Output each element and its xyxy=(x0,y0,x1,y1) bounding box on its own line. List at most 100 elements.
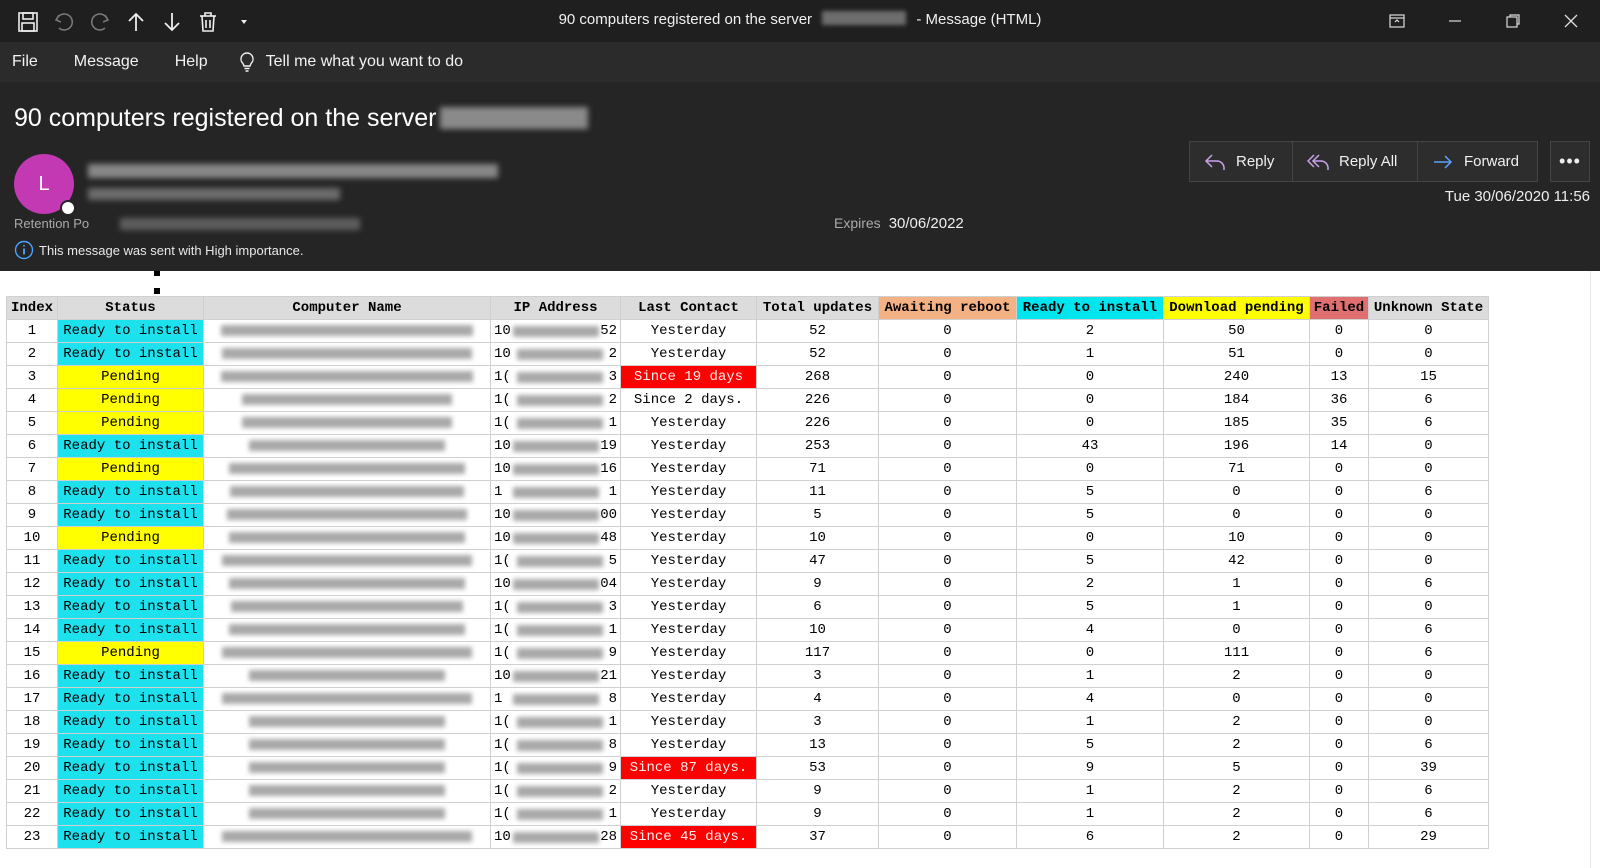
cell-status: Pending xyxy=(57,388,204,412)
cell-status: Ready to install xyxy=(57,319,204,343)
cell-unknown-state: 0 xyxy=(1368,526,1489,550)
vertical-scrollbar[interactable] xyxy=(1590,271,1600,868)
ip-prefix: 10 xyxy=(494,461,511,477)
table-row: 22 Ready to install 1(1 Yesterday 9 0 1 2 0 6 xyxy=(6,802,1489,826)
cell-failed: 0 xyxy=(1309,526,1369,550)
reply-button[interactable]: Reply xyxy=(1189,141,1293,182)
ip-suffix: 48 xyxy=(600,530,617,546)
cell-unknown-state: 0 xyxy=(1368,710,1489,734)
cell-failed: 0 xyxy=(1309,641,1369,665)
forward-button[interactable]: Forward xyxy=(1418,141,1538,182)
cell-ip-address: 1(9 xyxy=(490,641,621,665)
window-title-prefix: 90 computers registered on the server xyxy=(558,11,813,28)
menu-message[interactable]: Message xyxy=(74,53,139,71)
table-row: 9 Ready to install 10 00 Yesterday 5 0 5 0 0 0 xyxy=(6,503,1489,527)
cell-index: 1 xyxy=(6,319,58,343)
cell-status: Ready to install xyxy=(57,480,204,504)
restore-icon[interactable] xyxy=(1484,0,1542,42)
cell-unknown-state: 0 xyxy=(1368,503,1489,527)
cell-computer-name xyxy=(203,779,491,803)
cell-ip-address: 1(1 xyxy=(490,411,621,435)
cell-unknown-state: 0 xyxy=(1368,687,1489,711)
window-title-suffix: - Message (HTML) xyxy=(916,11,1042,28)
ribbon-display-options-icon[interactable] xyxy=(1368,0,1426,42)
ip-prefix: 1( xyxy=(494,599,511,615)
table-row: 15 Pending 1(9 Yesterday 117 0 0 111 0 6 xyxy=(6,641,1489,665)
cell-failed: 0 xyxy=(1309,549,1369,573)
table-row: 11 Ready to install 1(5 Yesterday 47 0 5 42 0 0 xyxy=(6,549,1489,573)
menu-help[interactable]: Help xyxy=(175,53,208,71)
cell-computer-name xyxy=(203,319,491,343)
header-ip-address: IP Address xyxy=(490,296,621,320)
avatar-letter: L xyxy=(38,172,50,195)
cell-download-pending: 2 xyxy=(1163,825,1310,849)
cell-failed: 0 xyxy=(1309,664,1369,688)
cell-computer-name xyxy=(203,503,491,527)
tell-me-search[interactable]: Tell me what you want to do xyxy=(238,51,463,73)
cell-total-updates: 37 xyxy=(756,825,879,849)
cell-ip-address: 10 00 xyxy=(490,503,621,527)
cell-unknown-state: 0 xyxy=(1368,434,1489,458)
redacted-computer-name xyxy=(249,669,445,681)
cell-computer-name xyxy=(203,687,491,711)
avatar[interactable]: L xyxy=(14,154,76,216)
cell-last-contact: Yesterday xyxy=(620,572,757,596)
table-row: 8 Ready to install 1 1 Yesterday 11 0 5 0 0 6 xyxy=(6,480,1489,504)
cell-ready-to-install: 2 xyxy=(1016,572,1164,596)
ip-suffix: 2 xyxy=(608,346,617,362)
ip-suffix: 19 xyxy=(600,438,617,454)
cell-total-updates: 47 xyxy=(756,549,879,573)
redacted-sender[interactable] xyxy=(88,164,498,178)
cell-total-updates: 226 xyxy=(756,411,879,435)
cell-last-contact: Yesterday xyxy=(620,503,757,527)
cell-index: 19 xyxy=(6,733,58,757)
cell-download-pending: 111 xyxy=(1163,641,1310,665)
cell-ready-to-install: 5 xyxy=(1016,480,1164,504)
header-ready-to-install: Ready to install xyxy=(1016,296,1164,320)
cell-unknown-state: 0 xyxy=(1368,457,1489,481)
redacted-recipients[interactable] xyxy=(88,188,340,200)
menu-file[interactable]: File xyxy=(12,53,38,71)
cell-download-pending: 2 xyxy=(1163,710,1310,734)
cell-ready-to-install: 1 xyxy=(1016,342,1164,366)
tell-me-label: Tell me what you want to do xyxy=(265,53,464,70)
cell-last-contact: Yesterday xyxy=(620,549,757,573)
cell-total-updates: 10 xyxy=(756,526,879,550)
cell-index: 21 xyxy=(6,779,58,803)
ip-suffix: 52 xyxy=(600,323,617,339)
redacted-ip xyxy=(516,348,603,360)
redacted-computer-name xyxy=(221,324,473,336)
cell-awaiting-reboot: 0 xyxy=(878,756,1017,780)
reply-all-button[interactable]: Reply All xyxy=(1293,141,1418,182)
expires-label: Expires xyxy=(834,215,881,231)
cell-unknown-state: 6 xyxy=(1368,480,1489,504)
cell-awaiting-reboot: 0 xyxy=(878,503,1017,527)
cell-computer-name xyxy=(203,526,491,550)
close-icon[interactable] xyxy=(1542,0,1600,42)
cell-awaiting-reboot: 0 xyxy=(878,319,1017,343)
ip-prefix: 1( xyxy=(494,783,511,799)
cell-total-updates: 4 xyxy=(756,687,879,711)
table-row: 2 Ready to install 10 2 Yesterday 52 0 1 51 0 0 xyxy=(6,342,1489,366)
cell-unknown-state: 6 xyxy=(1368,572,1489,596)
minimize-icon[interactable] xyxy=(1426,0,1484,42)
cell-ready-to-install: 1 xyxy=(1016,664,1164,688)
cell-index: 14 xyxy=(6,618,58,642)
reply-label: Reply xyxy=(1236,153,1275,170)
cell-last-contact: Yesterday xyxy=(620,319,757,343)
cell-ready-to-install: 2 xyxy=(1016,319,1164,343)
cell-awaiting-reboot: 0 xyxy=(878,480,1017,504)
cell-last-contact: Yesterday xyxy=(620,802,757,826)
cell-ip-address: 1(1 xyxy=(490,710,621,734)
cell-total-updates: 5 xyxy=(756,503,879,527)
table-row: 19 Ready to install 1(8 Yesterday 13 0 5 2 0 6 xyxy=(6,733,1489,757)
cell-awaiting-reboot: 0 xyxy=(878,549,1017,573)
cell-failed: 0 xyxy=(1309,319,1369,343)
more-actions-button[interactable]: ••• xyxy=(1550,141,1590,182)
cell-index: 13 xyxy=(6,595,58,619)
redacted-ip xyxy=(516,647,603,659)
cell-index: 22 xyxy=(6,802,58,826)
cell-status: Ready to install xyxy=(57,618,204,642)
cell-download-pending: 0 xyxy=(1163,503,1310,527)
redacted-computer-name xyxy=(222,347,472,359)
